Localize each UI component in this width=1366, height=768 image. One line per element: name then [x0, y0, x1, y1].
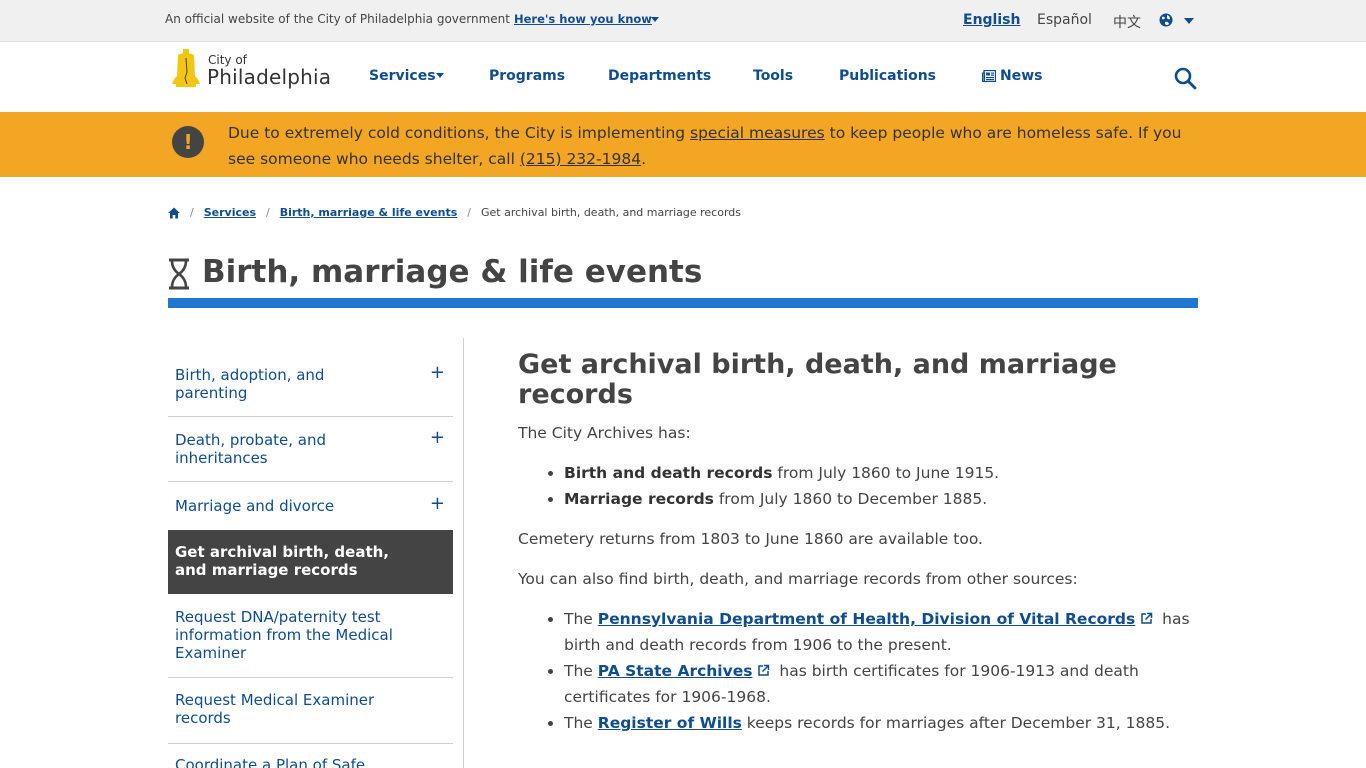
- external-link-icon[interactable]: [757, 664, 770, 677]
- search-icon[interactable]: [1173, 66, 1197, 90]
- globe-icon[interactable]: [1159, 13, 1173, 27]
- sidebar-item-birth-adoption[interactable]: Birth, adoption, and parenting +: [168, 352, 453, 417]
- main-content: Get archival birth, death, and marriage …: [518, 350, 1198, 750]
- breadcrumb-section[interactable]: Birth, marriage & life events: [280, 206, 458, 219]
- lang-chinese[interactable]: 中文: [1113, 12, 1141, 32]
- breadcrumb-services[interactable]: Services: [204, 206, 256, 219]
- list-item: Marriage records from July 1860 to Decem…: [564, 486, 1198, 512]
- archives-list: Birth and death records from July 1860 t…: [564, 460, 1198, 512]
- sidebar-divider: [463, 338, 464, 768]
- sidebar-item-medical-examiner-records[interactable]: Request Medical Examiner records: [168, 678, 453, 744]
- expand-plus-icon[interactable]: +: [430, 429, 445, 447]
- breadcrumb-current: Get archival birth, death, and marriage …: [480, 206, 742, 219]
- breadcrumb-separator: /: [190, 206, 194, 219]
- cold-weather-alert: ! Due to extremely cold conditions, the …: [0, 112, 1366, 177]
- hourglass-icon: [169, 258, 189, 290]
- sidebar-item-dna-paternity[interactable]: Request DNA/paternity test information f…: [168, 594, 453, 678]
- nav-publications[interactable]: Publications: [839, 68, 936, 84]
- pa-vital-records-link[interactable]: Pennsylvania Department of Health, Divis…: [598, 610, 1135, 628]
- intro-text: The City Archives has:: [518, 424, 691, 442]
- main-nav: City of Philadelphia Services Programs D…: [0, 42, 1366, 112]
- logo-philadelphia: Philadelphia: [207, 65, 332, 89]
- expand-plus-icon[interactable]: +: [430, 495, 445, 513]
- list-item: Birth and death records from July 1860 t…: [564, 460, 1198, 486]
- section-title: Birth, marriage & life events: [202, 254, 703, 290]
- sidebar-item-archival-records[interactable]: Get archival birth, death, and marriage …: [168, 530, 453, 594]
- breadcrumb-separator: /: [467, 206, 471, 219]
- other-sources-text: You can also find birth, death, and marr…: [518, 570, 1078, 588]
- list-item: The PA State Archives has birth certific…: [564, 658, 1198, 710]
- chevron-down-icon[interactable]: [436, 73, 444, 78]
- nav-programs[interactable]: Programs: [489, 68, 565, 84]
- breadcrumb-separator: /: [266, 206, 270, 219]
- chevron-down-icon[interactable]: [651, 17, 659, 22]
- list-item: The Pennsylvania Department of Health, D…: [564, 606, 1198, 658]
- nav-tools[interactable]: Tools: [753, 68, 793, 84]
- alert-icon: !: [172, 126, 204, 158]
- page-title: Get archival birth, death, and marriage …: [518, 349, 1117, 410]
- lang-espanol[interactable]: Español: [1037, 12, 1092, 28]
- newspaper-icon: [982, 70, 996, 82]
- official-text: An official website of the City of Phila…: [165, 12, 510, 26]
- nav-services[interactable]: Services: [369, 68, 436, 84]
- sidebar-nav: Birth, adoption, and parenting + Death, …: [168, 352, 453, 768]
- liberty-bell-icon: [172, 49, 200, 87]
- alert-message: Due to extremely cold conditions, the Ci…: [228, 124, 1182, 168]
- shelter-phone-link[interactable]: (215) 232-1984: [520, 150, 641, 168]
- other-sources-list: The Pennsylvania Department of Health, D…: [564, 606, 1198, 736]
- external-link-icon[interactable]: [1140, 612, 1153, 625]
- how-you-know-link[interactable]: Here's how you know: [514, 12, 652, 26]
- nav-departments[interactable]: Departments: [608, 68, 711, 84]
- language-dropdown-icon[interactable]: [1184, 18, 1194, 24]
- sidebar-item-plan-of-safe-care[interactable]: Coordinate a Plan of Safe: [168, 744, 453, 768]
- cemetery-text: Cemetery returns from 1803 to June 1860 …: [518, 530, 983, 548]
- expand-plus-icon[interactable]: +: [430, 364, 445, 382]
- pa-state-archives-link[interactable]: PA State Archives: [598, 662, 753, 680]
- breadcrumb: / Services / Birth, marriage & life even…: [168, 206, 741, 219]
- home-icon[interactable]: [168, 207, 180, 219]
- special-measures-link[interactable]: special measures: [690, 124, 825, 142]
- list-item: The Register of Wills keeps records for …: [564, 710, 1198, 736]
- sidebar-item-marriage-divorce[interactable]: Marriage and divorce +: [168, 482, 453, 530]
- register-of-wills-link[interactable]: Register of Wills: [598, 714, 742, 732]
- city-logo[interactable]: City of Philadelphia: [168, 48, 338, 96]
- nav-news[interactable]: News: [1000, 68, 1042, 84]
- sidebar-item-death-probate[interactable]: Death, probate, and inheritances +: [168, 417, 453, 482]
- official-banner: An official website of the City of Phila…: [0, 0, 1366, 42]
- lang-english[interactable]: English: [963, 12, 1020, 28]
- section-divider: [168, 298, 1198, 308]
